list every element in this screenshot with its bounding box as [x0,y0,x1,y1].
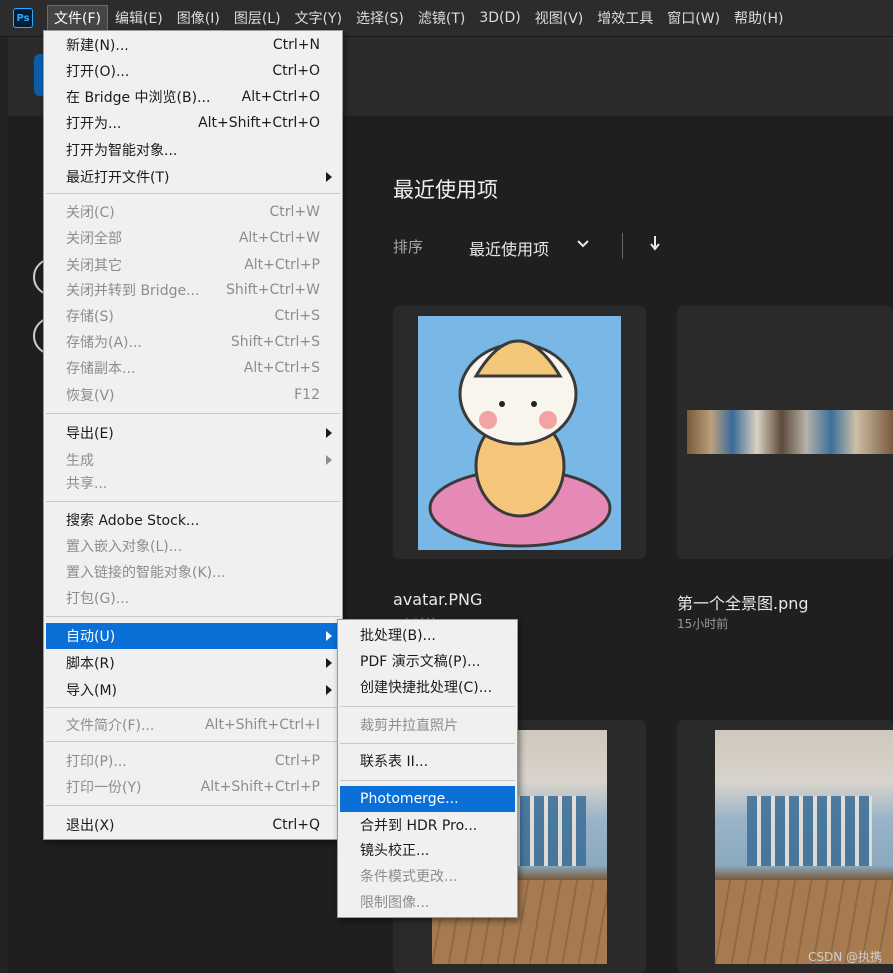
menu-item-open-as[interactable]: 打开为... Alt+Shift+Ctrl+O [46,110,340,136]
menu-plugins[interactable]: 增效工具 [590,5,660,31]
menu-edit[interactable]: 编辑(E) [108,5,170,31]
menu-item-scripts[interactable]: 脚本(R) [46,650,340,676]
menu-filter[interactable]: 滤镜(T) [411,5,472,31]
menu-item-file-info[interactable]: 文件简介(F)... Alt+Shift+Ctrl+I [46,712,340,738]
submenu-arrow-icon [326,172,332,182]
menu-image[interactable]: 图像(I) [170,5,227,31]
menu-3d[interactable]: 3D(D) [472,7,527,29]
menu-item-package[interactable]: 打包(G)... [46,585,340,611]
submenu-arrow-icon [326,658,332,668]
chevron-down-icon[interactable] [576,236,590,254]
sort-dropdown[interactable]: 最近使用项 [469,236,549,260]
menu-layer[interactable]: 图层(L) [227,5,288,31]
sort-direction-arrow-icon[interactable] [648,234,662,256]
menu-item-print[interactable]: 打印(P)... Ctrl+P [46,748,340,774]
menu-file[interactable]: 文件(F) [47,5,108,31]
menu-help[interactable]: 帮助(H) [727,5,790,31]
submenu-arrow-icon [326,685,332,695]
file-name[interactable]: avatar.PNG [393,590,482,609]
photoshop-logo-icon: Ps [13,8,33,28]
file-time: 15小时前 [677,617,729,631]
submenu-item-lens-correction[interactable]: 镜头校正... [340,837,515,863]
menu-item-close-all[interactable]: 关闭全部 Alt+Ctrl+W [46,225,340,251]
menu-item-share[interactable]: 共享... [46,470,340,496]
file-name[interactable]: 第一个全景图.png [677,590,809,614]
sort-label: 排序 [393,238,424,256]
submenu-item-conditional-mode-change[interactable]: 条件模式更改... [340,863,515,889]
submenu-item-merge-to-hdr[interactable]: 合并到 HDR Pro... [340,812,515,838]
divider [622,233,623,259]
menu-view[interactable]: 视图(V) [528,5,591,31]
menu-item-revert[interactable]: 恢复(V) F12 [46,382,340,408]
submenu-item-create-droplet[interactable]: 创建快捷批处理(C)... [340,674,515,700]
menu-item-print-one-copy[interactable]: 打印一份(Y) Alt+Shift+Ctrl+P [46,774,340,800]
menu-item-close-others[interactable]: 关闭其它 Alt+Ctrl+P [46,252,340,278]
submenu-item-pdf-presentation[interactable]: PDF 演示文稿(P)... [340,648,515,674]
menu-item-automate[interactable]: 自动(U) [46,623,340,649]
recent-title: 最近使用项 [393,178,498,202]
file-menu: 新建(N)... Ctrl+N 打开(O)... Ctrl+O 在 Bridge 中… [43,30,343,840]
submenu-arrow-icon [326,631,332,641]
menu-window[interactable]: 窗口(W) [660,5,727,31]
menu-item-open-as-smart-object[interactable]: 打开为智能对象... [46,137,340,163]
menu-item-save-as[interactable]: 存储为(A)... Shift+Ctrl+S [46,329,340,355]
menu-item-exit[interactable]: 退出(X) Ctrl+Q [46,812,340,838]
menu-item-browse-in-bridge[interactable]: 在 Bridge 中浏览(B)... Alt+Ctrl+O [46,84,340,110]
panorama-thumbnail [687,410,893,454]
menu-item-export[interactable]: 导出(E) [46,420,340,446]
menu-item-place-linked[interactable]: 置入链接的智能对象(K)... [46,559,340,585]
menu-item-import[interactable]: 导入(M) [46,677,340,703]
menu-item-place-embedded[interactable]: 置入嵌入对象(L)... [46,533,340,559]
menu-item-close-and-go-to-bridge[interactable]: 关闭并转到 Bridge... Shift+Ctrl+W [46,277,340,303]
menu-item-new[interactable]: 新建(N)... Ctrl+N [46,32,340,58]
avatar-thumbnail [418,316,621,550]
submenu-arrow-icon [326,428,332,438]
automate-submenu: 批处理(B)... PDF 演示文稿(P)... 创建快捷批处理(C)... 裁… [337,619,518,918]
menu-select[interactable]: 选择(S) [349,5,411,31]
menu-item-save[interactable]: 存储(S) Ctrl+S [46,303,340,329]
menu-item-close[interactable]: 关闭(C) Ctrl+W [46,199,340,225]
submenu-item-batch[interactable]: 批处理(B)... [340,622,515,648]
menu-item-search-adobe-stock[interactable]: 搜索 Adobe Stock... [46,507,340,533]
submenu-item-contact-sheet[interactable]: 联系表 II... [340,748,515,774]
submenu-item-photomerge[interactable]: Photomerge... [340,786,515,812]
menu-type[interactable]: 文字(Y) [288,5,349,31]
watermark: CSDN @执携 [808,950,883,964]
submenu-item-fit-image[interactable]: 限制图像... [340,889,515,915]
exhibition-room-thumbnail [715,730,893,964]
menu-item-open-recent[interactable]: 最近打开文件(T) [46,164,340,190]
menu-item-open[interactable]: 打开(O)... Ctrl+O [46,58,340,84]
submenu-item-crop-and-straighten[interactable]: 裁剪并拉直照片 [340,712,515,738]
submenu-arrow-icon [326,455,332,465]
menu-item-save-copy[interactable]: 存储副本... Alt+Ctrl+S [46,355,340,381]
